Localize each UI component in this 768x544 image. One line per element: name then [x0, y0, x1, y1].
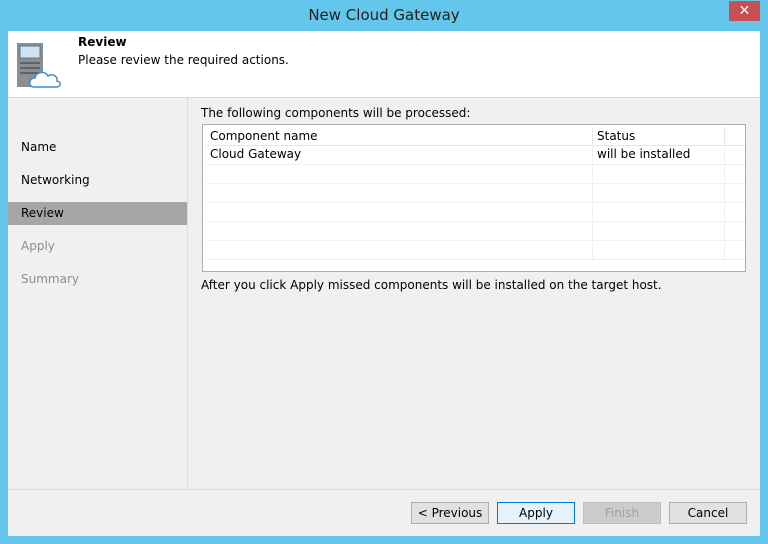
page-title: Review [78, 35, 127, 49]
step-apply: Apply [21, 239, 55, 253]
table-row-empty [206, 221, 745, 241]
table-row-empty [206, 240, 745, 260]
column-header-status[interactable]: Status [593, 127, 725, 145]
table-row-empty [206, 164, 745, 184]
page-subtitle: Please review the required actions. [78, 53, 289, 67]
window-title: New Cloud Gateway [308, 6, 460, 24]
step-summary: Summary [21, 272, 79, 286]
wizard-header: Review Please review the required action… [8, 31, 760, 98]
title-bar[interactable]: New Cloud Gateway ✕ [0, 0, 768, 31]
main-panel: The following components will be process… [201, 98, 756, 488]
close-button[interactable]: ✕ [729, 1, 760, 21]
table-row-empty [206, 202, 745, 222]
apply-note: After you click Apply missed components … [201, 278, 662, 292]
table-header: Component name Status [206, 127, 745, 146]
step-name[interactable]: Name [8, 136, 187, 159]
apply-button[interactable]: Apply [497, 502, 575, 524]
wizard-client: Review Please review the required action… [8, 31, 760, 536]
step-review[interactable]: Review [8, 202, 187, 225]
cancel-button[interactable]: Cancel [669, 502, 747, 524]
component-name-cell: Cloud Gateway [206, 145, 593, 164]
table-row-empty [206, 183, 745, 203]
status-cell: will be installed [593, 145, 725, 164]
column-header-component-name[interactable]: Component name [206, 127, 593, 145]
wizard-steps: Name Networking Review Apply Summary [8, 98, 188, 488]
table-row[interactable]: Cloud Gateway will be installed [206, 145, 745, 165]
previous-button[interactable]: < Previous [411, 502, 489, 524]
close-icon: ✕ [738, 3, 751, 19]
components-table[interactable]: Component name Status Cloud Gateway will… [202, 124, 746, 272]
components-intro: The following components will be process… [201, 106, 471, 120]
wizard-footer: < Previous Apply Finish Cancel [8, 489, 760, 537]
step-networking[interactable]: Networking [8, 169, 187, 192]
wizard-window: New Cloud Gateway ✕ Review Please review… [0, 0, 768, 544]
finish-button: Finish [583, 502, 661, 524]
server-cloud-icon [17, 43, 61, 88]
